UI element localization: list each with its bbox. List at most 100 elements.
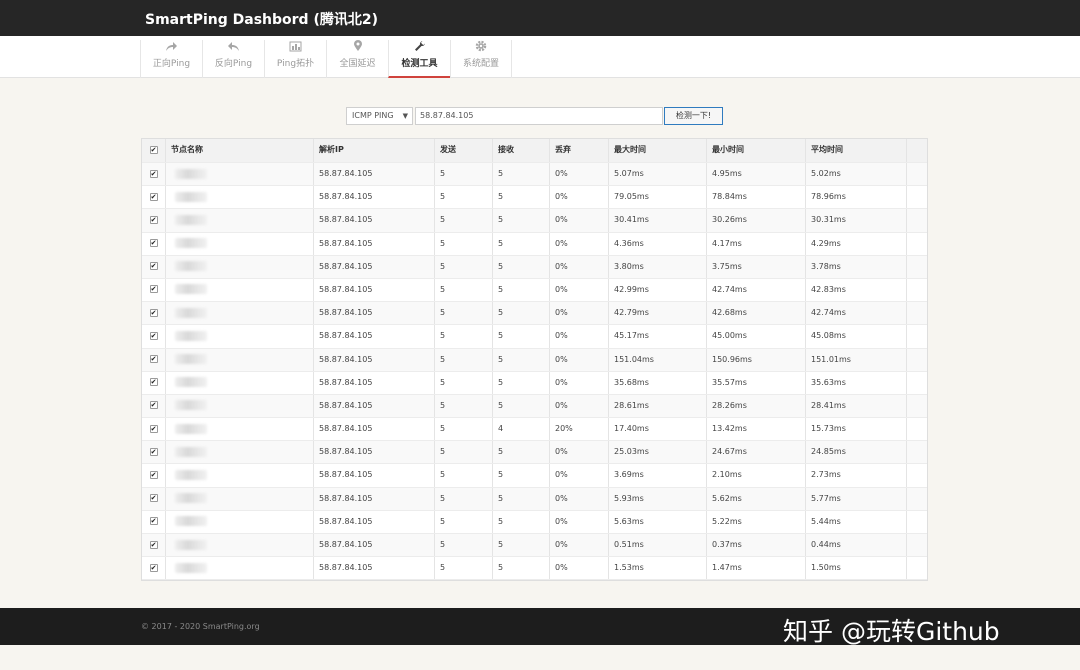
zhihu-watermark: 知乎 @玩转Github (783, 617, 1000, 646)
gear-icon (451, 40, 511, 58)
row-checkbox[interactable]: ✔ (149, 355, 158, 363)
column-header-ip[interactable]: 解析IP (314, 139, 435, 162)
sent-cell: 5 (435, 371, 493, 394)
column-header-sent[interactable]: 发送 (435, 139, 493, 162)
row-checkbox[interactable]: ✔ (149, 540, 158, 549)
min-time-cell: 5.22ms (707, 510, 806, 533)
row-checkbox[interactable]: ✔ (149, 470, 158, 479)
max-time-cell: 42.99ms (609, 278, 707, 302)
nav-ping-topology[interactable]: Ping拓扑 (264, 40, 326, 78)
row-checkbox[interactable]: ✔ (149, 262, 158, 271)
column-header-min-time[interactable]: 最小时间 (707, 139, 806, 162)
max-time-cell: 79.05ms (609, 186, 707, 209)
table-row: ✔ 58.87.84.105 5 5 0% 79.05ms 78.84ms 78.96ms (142, 186, 927, 210)
column-header-max-time[interactable]: 最大时间 (609, 139, 707, 162)
received-cell: 5 (493, 302, 550, 325)
max-time-cell: 1.53ms (609, 557, 707, 580)
row-select-cell: ✔ (142, 394, 166, 418)
nav-check-tool-label: 检测工具 (401, 59, 438, 69)
loss-cell: 20% (550, 418, 609, 441)
avg-time-cell: 2.73ms (806, 464, 907, 487)
loss-cell: 0% (550, 278, 609, 302)
avg-time-cell: 5.77ms (806, 487, 907, 510)
column-header-extra (907, 139, 928, 162)
row-checkbox[interactable]: ✔ (149, 401, 158, 410)
row-checkbox[interactable]: ✔ (149, 424, 158, 433)
redacted-node-name (175, 214, 207, 225)
table-row: ✔ 58.87.84.105 5 5 0% 30.41ms 30.26ms 30.31ms (142, 209, 927, 233)
avg-time-cell: 28.41ms (806, 394, 907, 418)
nav-national-latency[interactable]: 全国延迟 (326, 40, 388, 78)
extra-cell (907, 163, 928, 185)
row-checkbox[interactable]: ✔ (149, 308, 158, 317)
column-header-avg-time[interactable]: 平均时间 (806, 139, 907, 162)
avg-time-cell: 78.96ms (806, 186, 907, 209)
avg-time-cell: 42.74ms (806, 302, 907, 325)
avg-time-cell: 30.31ms (806, 209, 907, 232)
table-row: ✔ 58.87.84.105 5 5 0% 5.93ms 5.62ms 5.77ms (142, 487, 927, 511)
ip-cell: 58.87.84.105 (314, 534, 435, 557)
row-checkbox[interactable]: ✔ (149, 494, 158, 503)
loss-cell: 0% (550, 325, 609, 348)
nav-system-config[interactable]: 系统配置 (450, 40, 512, 78)
row-checkbox[interactable]: ✔ (149, 331, 158, 340)
bar-chart-icon (265, 40, 326, 58)
row-checkbox[interactable]: ✔ (149, 285, 158, 294)
nav-check-tool[interactable]: 检测工具 (388, 40, 450, 78)
received-cell: 5 (493, 209, 550, 232)
received-cell: 4 (493, 418, 550, 441)
row-checkbox[interactable]: ✔ (149, 378, 158, 387)
extra-cell (907, 325, 928, 347)
sent-cell: 5 (435, 487, 493, 510)
row-checkbox[interactable]: ✔ (149, 192, 158, 201)
row-checkbox[interactable]: ✔ (149, 169, 158, 178)
extra-cell (907, 302, 928, 324)
map-marker-icon (327, 40, 388, 58)
avg-time-cell: 35.63ms (806, 371, 907, 394)
avg-time-cell: 0.44ms (806, 534, 907, 557)
sent-cell: 5 (435, 394, 493, 418)
row-select-cell: ✔ (142, 209, 166, 232)
row-checkbox[interactable]: ✔ (149, 215, 158, 224)
row-checkbox[interactable]: ✔ (149, 447, 158, 456)
sent-cell: 5 (435, 255, 493, 278)
row-select-cell: ✔ (142, 232, 166, 255)
loss-cell: 0% (550, 209, 609, 232)
extra-cell (907, 557, 928, 579)
app-title[interactable]: SmartPing Dashbord (腾讯北2) (145, 9, 378, 29)
nav-reverse-ping-label: 反向Ping (214, 59, 253, 69)
row-select-cell: ✔ (142, 487, 166, 510)
check-button[interactable]: 检测一下! (664, 107, 723, 125)
table-row: ✔ 58.87.84.105 5 5 0% 5.63ms 5.22ms 5.44ms (142, 510, 927, 534)
loss-cell: 0% (550, 186, 609, 209)
nav-ping-topology-label: Ping拓扑 (276, 59, 315, 69)
extra-cell (907, 441, 928, 463)
min-time-cell: 4.95ms (707, 163, 806, 186)
row-checkbox[interactable]: ✔ (149, 239, 158, 248)
column-header-node[interactable]: 节点名称 (166, 139, 314, 162)
row-checkbox[interactable]: ✔ (149, 563, 158, 572)
received-cell: 5 (493, 394, 550, 418)
table-row: ✔ 58.87.84.105 5 5 0% 45.17ms 45.00ms 45.08ms (142, 325, 928, 349)
row-checkbox[interactable]: ✔ (149, 517, 158, 526)
ip-cell: 58.87.84.105 (314, 348, 435, 371)
row-select-cell: ✔ (142, 464, 166, 487)
max-time-cell: 17.40ms (609, 418, 707, 441)
protocol-select[interactable]: ICMP PING ▼ (346, 107, 413, 125)
column-header-loss[interactable]: 丢弃 (550, 139, 609, 162)
target-ip-input[interactable]: 58.87.84.105 (415, 107, 663, 125)
nav-forward-ping-label: 正向Ping (152, 59, 191, 69)
select-all-checkbox[interactable]: ✔ (149, 145, 158, 154)
node-name-cell (166, 278, 314, 302)
received-cell: 5 (493, 232, 550, 255)
nav-forward-ping[interactable]: 正向Ping (140, 40, 202, 78)
nav-reverse-ping[interactable]: 反向Ping (202, 40, 264, 78)
ip-cell: 58.87.84.105 (314, 255, 435, 278)
max-time-cell: 5.63ms (609, 510, 707, 533)
table-row: ✔ 58.87.84.105 5 5 0% 1.53ms 1.47ms 1.50ms (142, 557, 928, 581)
received-cell: 5 (493, 441, 550, 464)
column-header-received[interactable]: 接收 (493, 139, 550, 162)
loss-cell: 0% (550, 232, 609, 255)
sent-cell: 5 (435, 232, 493, 255)
node-name-cell (166, 348, 314, 371)
